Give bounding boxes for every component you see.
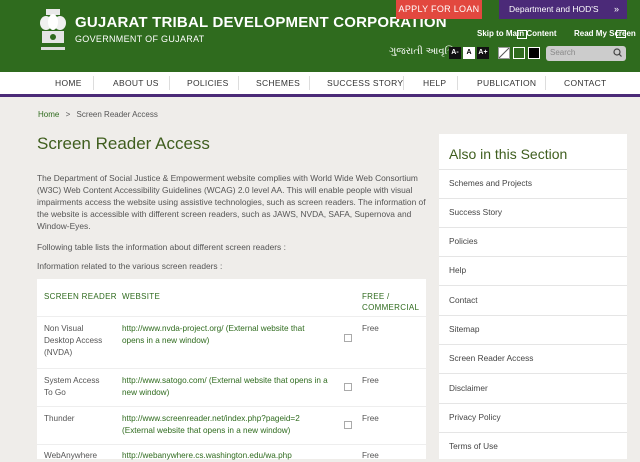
table-header-reader: SCREEN READER: [44, 292, 117, 301]
contrast-white-swatch[interactable]: [498, 47, 510, 59]
breadcrumb-current: Screen Reader Access: [76, 110, 158, 119]
skip-icon: [517, 30, 527, 39]
reader-website-link[interactable]: http://webanywhere.cs.washington.edu/wa.…: [122, 450, 342, 462]
nav-about-us[interactable]: ABOUT US: [113, 72, 159, 94]
nav-divider: [545, 76, 546, 90]
nav-success-story[interactable]: SUCCESS STORY: [327, 72, 403, 94]
following-text: Following table lists the information ab…: [37, 242, 286, 252]
sidebar-divider: [439, 403, 627, 404]
department-dropdown-label: Department and HOD'S: [509, 4, 599, 14]
sidebar-item-terms[interactable]: Terms of Use: [449, 441, 498, 451]
reader-website-link[interactable]: http://www.satogo.com/ (External website…: [122, 375, 337, 399]
reader-name: Thunder: [44, 414, 75, 423]
contrast-black-swatch[interactable]: [528, 47, 540, 59]
table-header-type: FREE / COMMERCIAL: [362, 292, 420, 312]
reader-name: Non Visual Desktop Access (NVDA): [44, 324, 103, 357]
search-icon[interactable]: [613, 48, 622, 57]
search-placeholder: Search: [550, 48, 576, 57]
org-title[interactable]: GUJARAT TRIBAL DEVELOPMENT CORPORATION: [75, 14, 447, 31]
reader-type: Free: [362, 451, 379, 460]
search-input[interactable]: Search: [546, 46, 626, 61]
read-my-screen-link[interactable]: Read My Screen: [574, 29, 636, 38]
font-decrease-button[interactable]: A-: [449, 47, 461, 59]
intro-paragraph: The Department of Social Justice & Empow…: [37, 173, 426, 231]
contrast-green-swatch[interactable]: [513, 47, 525, 59]
font-increase-button[interactable]: A+: [477, 47, 489, 59]
sidebar-divider: [439, 344, 627, 345]
nav-contact[interactable]: CONTACT: [564, 72, 607, 94]
sidebar-divider: [439, 315, 627, 316]
nav-help[interactable]: HELP: [423, 72, 446, 94]
sidebar-divider: [439, 198, 627, 199]
sidebar-item-help[interactable]: Help: [449, 265, 466, 275]
nav-schemes[interactable]: SCHEMES: [256, 72, 300, 94]
external-link-icon: [344, 334, 352, 342]
nav-policies[interactable]: POLICIES: [187, 72, 229, 94]
reader-website-link[interactable]: http://www.screenreader.net/index.php?pa…: [122, 413, 332, 437]
reader-name: WebAnywhere: [44, 451, 98, 460]
reader-type: Free: [362, 376, 379, 385]
section-sidebar: Also in this Section Schemes and Project…: [439, 134, 627, 459]
sidebar-item-sitemap[interactable]: Sitemap: [449, 324, 479, 334]
sidebar-divider: [439, 169, 627, 170]
org-subtitle: GOVERNMENT OF GUJARAT: [75, 34, 205, 44]
external-link-icon: [344, 383, 352, 391]
gujarati-version-link[interactable]: ગુજરાતી આવૃત્તિ: [389, 46, 455, 57]
table-row: WebAnywhere http://webanywhere.cs.washin…: [37, 444, 426, 460]
header-bar: GUJARAT TRIBAL DEVELOPMENT CORPORATION G…: [0, 0, 640, 72]
info-text: Information related to the various scree…: [37, 261, 223, 271]
page-title: Screen Reader Access: [37, 134, 210, 153]
reader-website-link[interactable]: http://www.nvda-project.org/ (External w…: [122, 323, 327, 347]
nav-divider: [93, 76, 94, 90]
reader-type: Free: [362, 324, 379, 333]
main-nav: HOME ABOUT US POLICIES SCHEMES SUCCESS S…: [0, 72, 640, 97]
font-normal-button[interactable]: A: [463, 47, 475, 59]
nav-publication[interactable]: PUBLICATION: [477, 72, 536, 94]
sidebar-divider: [439, 227, 627, 228]
sidebar-item-schemes[interactable]: Schemes and Projects: [449, 178, 532, 188]
sidebar-item-privacy[interactable]: Privacy Policy: [449, 412, 501, 422]
sidebar-divider: [439, 432, 627, 433]
external-link-icon: [344, 421, 352, 429]
nav-divider: [238, 76, 239, 90]
table-header-website: WEBSITE: [122, 292, 161, 301]
nav-divider: [403, 76, 404, 90]
screen-reader-table: SCREEN READER WEBSITE FREE / COMMERCIAL …: [37, 279, 426, 460]
sidebar-item-success-story[interactable]: Success Story: [449, 207, 502, 217]
breadcrumb: Home > Screen Reader Access: [38, 110, 158, 119]
double-chevron-down-icon: »: [613, 4, 619, 14]
sidebar-item-contact[interactable]: Contact: [449, 295, 478, 305]
state-emblem-icon: [40, 9, 66, 50]
reader-type: Free: [362, 414, 379, 423]
sidebar-item-screen-reader[interactable]: Screen Reader Access: [449, 353, 533, 363]
table-row: Thunder http://www.screenreader.net/inde…: [37, 406, 426, 445]
sidebar-divider: [439, 373, 627, 374]
table-row: System Access To Go http://www.satogo.co…: [37, 368, 426, 407]
sidebar-item-disclaimer[interactable]: Disclaimer: [449, 383, 488, 393]
breadcrumb-separator: >: [65, 110, 71, 119]
sidebar-divider: [439, 285, 627, 286]
table-row: Non Visual Desktop Access (NVDA) http://…: [37, 316, 426, 369]
nav-divider: [457, 76, 458, 90]
sidebar-item-policies[interactable]: Policies: [449, 236, 478, 246]
sidebar-divider: [439, 256, 627, 257]
nav-divider: [309, 76, 310, 90]
breadcrumb-home-link[interactable]: Home: [38, 110, 59, 119]
apply-loan-button[interactable]: APPLY FOR LOAN: [396, 0, 482, 19]
contrast-slash-icon: [499, 48, 509, 58]
nav-divider: [169, 76, 170, 90]
reader-name: System Access To Go: [44, 376, 100, 397]
screen-reader-icon: [616, 30, 626, 38]
department-dropdown-button[interactable]: Department and HOD'S »: [499, 0, 627, 19]
sidebar-title: Also in this Section: [449, 146, 568, 162]
nav-home[interactable]: HOME: [55, 72, 82, 94]
